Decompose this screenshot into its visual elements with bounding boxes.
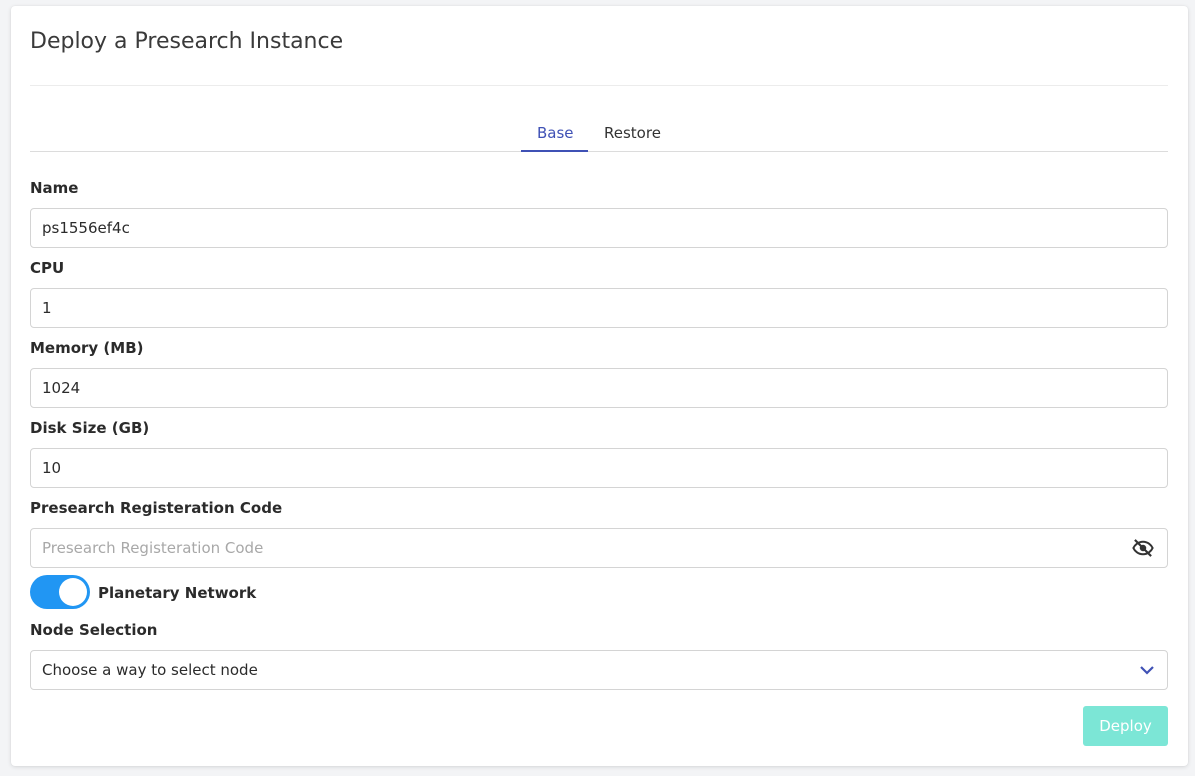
registration-code-field[interactable]: Presearch Registeration Code [30, 528, 1168, 568]
registration-code-label: Presearch Registeration Code [30, 499, 283, 517]
tab-bar: Base Restore [30, 111, 1168, 152]
active-tab-indicator [521, 150, 588, 152]
toggle-knob [59, 578, 87, 606]
name-label: Name [30, 179, 79, 197]
memory-field[interactable]: 1024 [30, 368, 1168, 408]
disk-size-label: Disk Size (GB) [30, 419, 150, 437]
cpu-value: 1 [42, 299, 52, 317]
tab-restore[interactable]: Restore [604, 124, 661, 142]
memory-value: 1024 [42, 379, 81, 397]
node-selection-label: Node Selection [30, 621, 158, 639]
disk-size-field[interactable]: 10 [30, 448, 1168, 488]
planetary-network-toggle[interactable] [30, 575, 90, 609]
eye-off-icon[interactable] [1132, 539, 1154, 557]
chevron-down-icon [1140, 666, 1154, 675]
node-selection-value: Choose a way to select node [42, 661, 258, 679]
tab-base[interactable]: Base [537, 124, 574, 142]
node-selection-select[interactable]: Choose a way to select node [30, 650, 1168, 690]
deploy-card: Deploy a Presearch Instance Base Restore… [11, 6, 1188, 766]
memory-label: Memory (MB) [30, 339, 144, 357]
page-title: Deploy a Presearch Instance [30, 29, 344, 54]
title-divider [30, 85, 1168, 86]
deploy-button[interactable]: Deploy [1083, 706, 1168, 746]
cpu-label: CPU [30, 259, 65, 277]
planetary-network-label: Planetary Network [98, 584, 257, 602]
name-field[interactable]: ps1556ef4c [30, 208, 1168, 248]
registration-code-placeholder: Presearch Registeration Code [42, 539, 264, 557]
cpu-field[interactable]: 1 [30, 288, 1168, 328]
disk-size-value: 10 [42, 459, 62, 477]
name-value: ps1556ef4c [42, 219, 130, 237]
